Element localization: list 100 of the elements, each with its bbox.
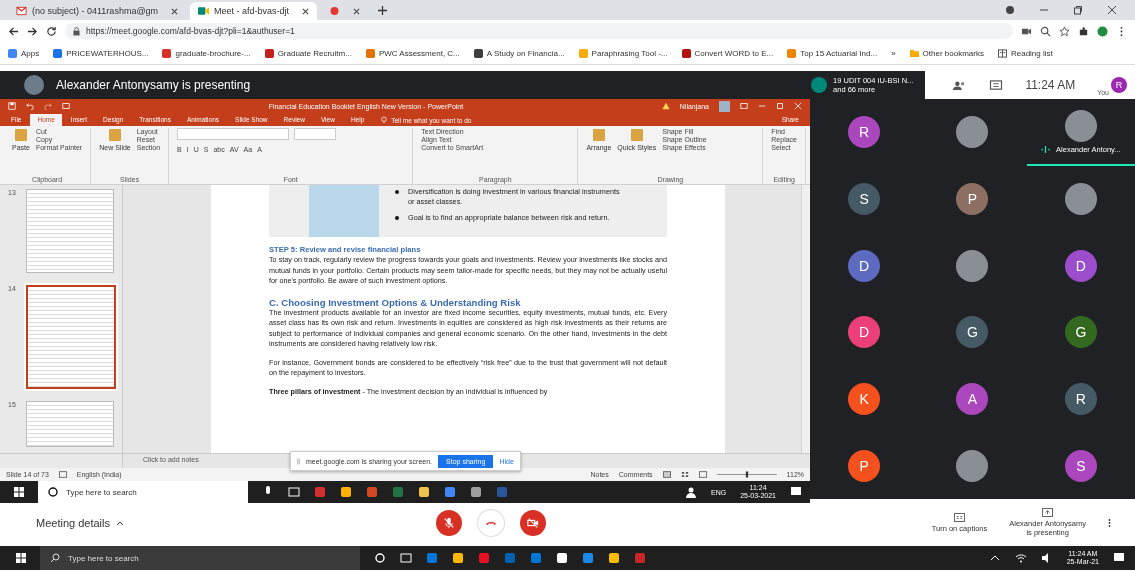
cortana-icon[interactable] [374, 552, 386, 564]
participant-tile[interactable]: G [1026, 299, 1135, 366]
search-field[interactable]: Type here to search [38, 481, 248, 503]
camera-off-icon [527, 516, 539, 529]
app-icon[interactable] [556, 552, 568, 564]
close-icon[interactable] [302, 7, 310, 15]
bookmark-link[interactable]: A Study on Financia... [473, 48, 565, 58]
back-icon[interactable] [8, 25, 19, 37]
participant-photo [956, 116, 989, 149]
search-icon[interactable] [1040, 25, 1051, 37]
mail-icon [16, 6, 27, 16]
bookmark-link[interactable]: PRICEWATERHOUS... [53, 48, 149, 58]
undo-icon[interactable] [26, 102, 34, 110]
zoom-slider-thumb[interactable] [745, 471, 748, 478]
participant-tile[interactable]: D [810, 299, 919, 366]
bookmark-link[interactable]: Graduate Recruitm... [264, 48, 352, 58]
participant-photo [1064, 183, 1097, 215]
ribbon-command-icon [591, 128, 606, 142]
user-avatar[interactable]: R [1111, 77, 1127, 93]
chat-icon[interactable] [989, 79, 1004, 91]
profile-avatar-icon[interactable] [1097, 25, 1108, 37]
browser-tab[interactable]: (no subject) - 0411rashma@gm [8, 2, 187, 20]
slide-thumbnail[interactable] [26, 285, 116, 389]
address-field[interactable]: https://meet.google.com/afd-bvas-djt?pli=1&authuser=1 [65, 23, 1013, 39]
user-photo [719, 100, 730, 112]
scrollbar[interactable] [801, 185, 810, 453]
participant-photo [956, 449, 989, 482]
save-icon[interactable] [8, 102, 16, 110]
more-bookmarks-link[interactable]: » [891, 48, 896, 58]
microphone-button[interactable] [436, 509, 462, 536]
reload-icon[interactable] [46, 25, 57, 37]
normal-view-icon[interactable] [662, 471, 671, 478]
participant-tile[interactable]: G [918, 299, 1027, 366]
close-icon[interactable] [171, 7, 179, 15]
bookmark-link[interactable]: Convert WORD to E... [681, 48, 774, 58]
participant-avatar: G [1064, 316, 1097, 349]
bookmark-link[interactable]: Paraphrasing Tool -... [578, 48, 668, 58]
new-tab-icon[interactable] [378, 6, 388, 15]
app-icon[interactable] [340, 486, 352, 498]
bookmark-link[interactable]: Apps [8, 48, 40, 58]
participant-tile[interactable]: P [918, 165, 1027, 233]
participant-tile[interactable]: D [1026, 232, 1135, 299]
participant-tile[interactable]: R [1026, 365, 1135, 433]
close-icon[interactable] [353, 7, 361, 15]
bullet-icon [395, 216, 399, 220]
wifi-icon[interactable] [1014, 552, 1027, 564]
slide-sorter-icon[interactable] [680, 471, 689, 478]
font-size-field[interactable] [294, 128, 337, 140]
app-icon[interactable] [418, 486, 430, 498]
favicon-icon [681, 48, 691, 58]
participant-tile[interactable]: S [1026, 432, 1135, 499]
camera-button[interactable] [520, 509, 546, 536]
forward-icon[interactable] [27, 25, 38, 37]
participant-tile[interactable]: D [810, 232, 919, 299]
slide-thumbnail[interactable] [26, 189, 114, 273]
ribbon-command-icon [629, 128, 644, 142]
participant-tile[interactable]: A [918, 365, 1027, 433]
reading-view-icon[interactable] [698, 471, 707, 478]
app-icon[interactable] [452, 552, 464, 564]
task-view-icon[interactable] [400, 552, 412, 564]
cartoon-placeholder [309, 185, 379, 237]
notifications-icon[interactable] [1113, 552, 1125, 564]
restore-icon[interactable] [776, 102, 784, 110]
close-icon[interactable] [1107, 5, 1117, 15]
more-options-icon[interactable] [1108, 516, 1111, 529]
bookmark-folder[interactable]: Other bookmarks [909, 48, 984, 58]
bookmark-link[interactable]: graduate-brochure-... [162, 48, 251, 58]
slide-thumbnail[interactable] [26, 401, 114, 447]
slideshow-icon[interactable] [62, 102, 70, 110]
restore-icon[interactable] [1073, 5, 1083, 15]
font-name-field[interactable] [177, 128, 290, 140]
account-icon[interactable] [1005, 5, 1015, 15]
favicon-icon [365, 48, 375, 58]
star-icon[interactable] [1059, 25, 1070, 37]
notifications-icon[interactable] [790, 486, 802, 498]
people-icon[interactable] [685, 486, 697, 498]
ribbon-command-icon [107, 128, 122, 142]
windows-logo-icon[interactable] [14, 487, 24, 497]
puzzle-icon[interactable] [1078, 25, 1089, 37]
presenting-label: Alexander Antonysamy is presenting [56, 78, 251, 92]
participant-avatar: R [1064, 383, 1097, 415]
search-field[interactable]: Type here to search [40, 546, 360, 570]
drag-handle-icon[interactable] [297, 456, 300, 466]
participant-tile[interactable]: R [810, 99, 919, 166]
task-view-icon[interactable] [288, 486, 300, 498]
meeting-details-button[interactable]: Meeting details [36, 516, 436, 529]
bookmark-link[interactable]: PWC Assessment, C... [365, 48, 460, 58]
reading-list-link[interactable]: Reading list [997, 48, 1053, 58]
favicon-icon [787, 48, 797, 58]
bookmark-link[interactable]: Top 15 Actuarial Ind... [787, 48, 878, 58]
ribbon-options-icon[interactable] [740, 102, 748, 110]
windows-logo-icon[interactable] [16, 553, 26, 563]
participant-tile[interactable]: S [810, 165, 919, 233]
favicon-icon [8, 48, 17, 58]
spelling-icon[interactable] [58, 471, 67, 478]
app-icon[interactable] [608, 552, 620, 564]
browser-tab[interactable]: Meet - afd-bvas-djt [190, 2, 318, 20]
microphone-off-icon [443, 516, 455, 529]
folder-icon [909, 48, 919, 58]
app-icon[interactable] [470, 486, 482, 498]
